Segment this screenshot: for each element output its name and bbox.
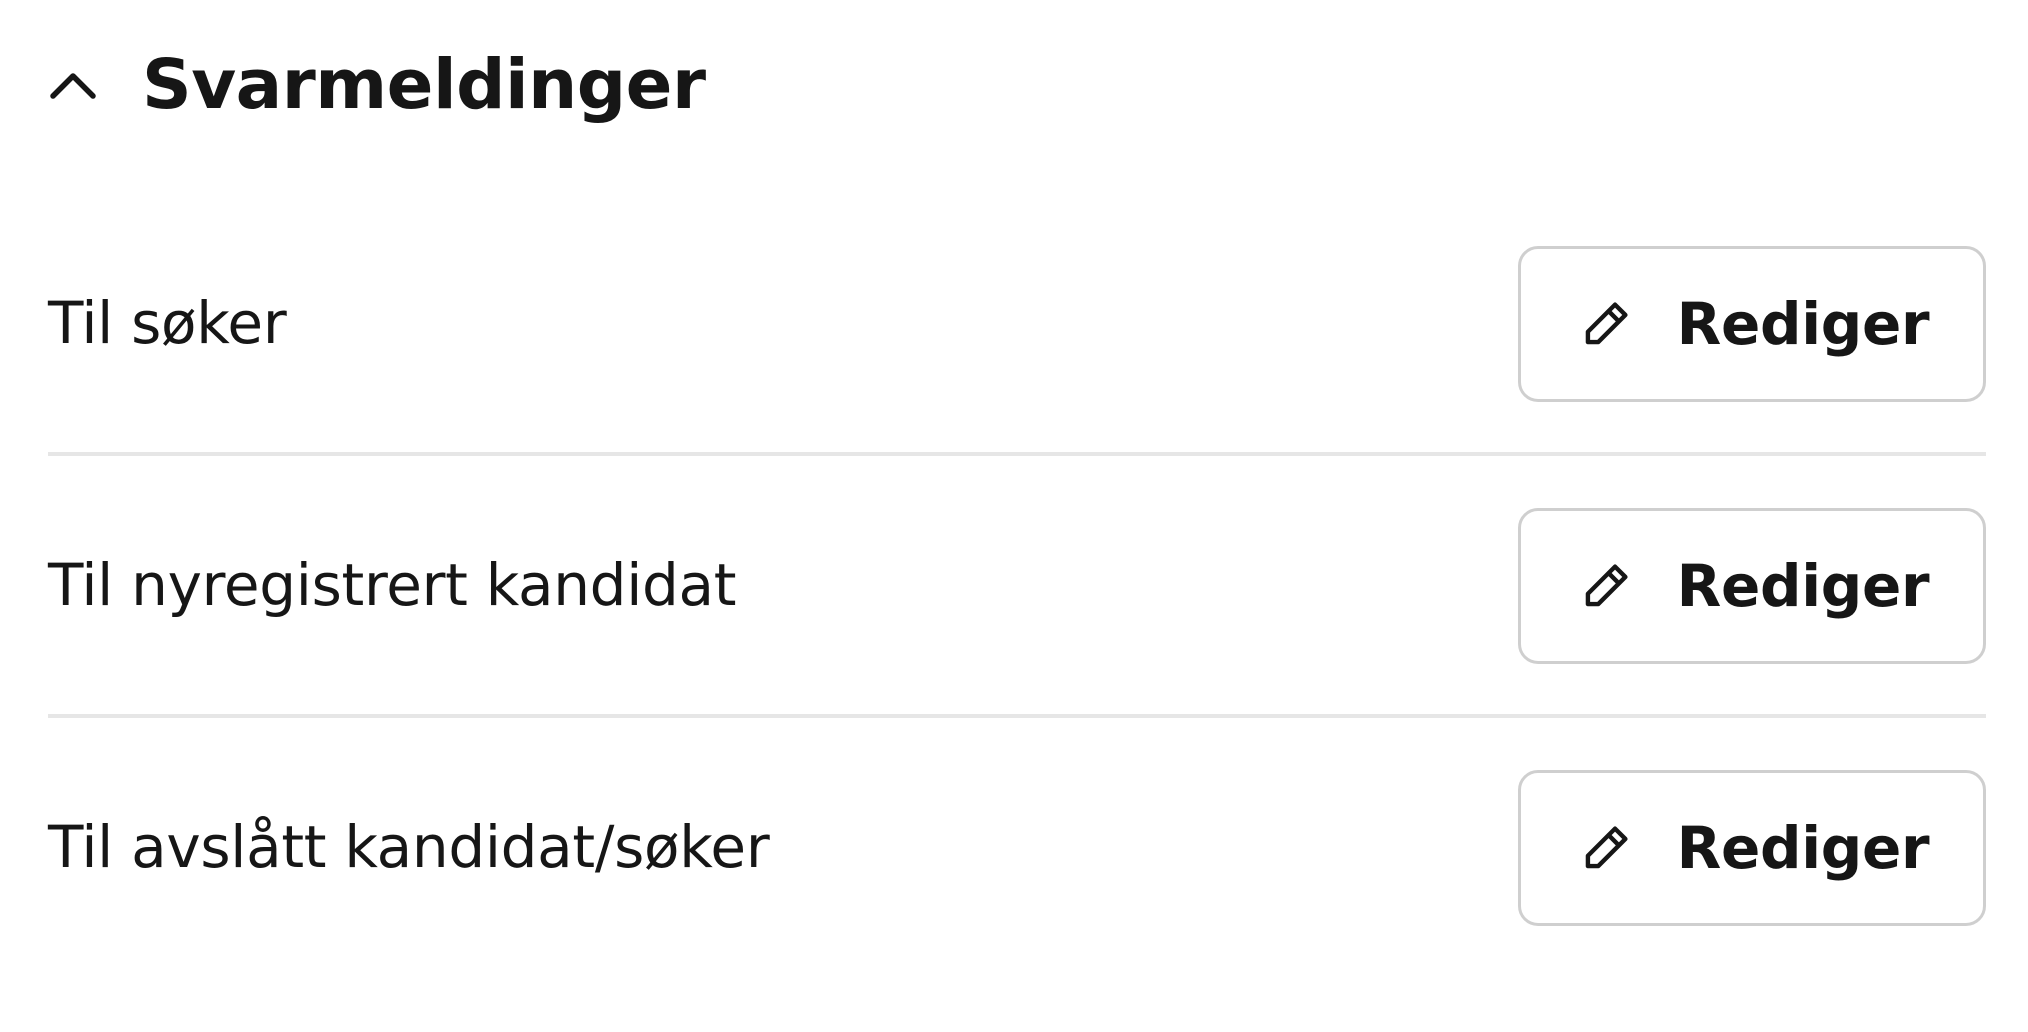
edit-button[interactable]: Rediger xyxy=(1518,770,1986,926)
section-title: Svarmeldinger xyxy=(142,44,706,125)
pencil-icon xyxy=(1575,293,1637,355)
list-item: Til avslått kandidat/søker Rediger xyxy=(48,770,1986,1032)
list-item: Til nyregistrert kandidat Rediger xyxy=(48,508,1986,770)
edit-button-label: Rediger xyxy=(1676,814,1930,882)
row-label: Til søker xyxy=(48,289,287,357)
edit-button[interactable]: Rediger xyxy=(1518,508,1986,664)
edit-button[interactable]: Rediger xyxy=(1518,246,1986,402)
divider xyxy=(48,714,1986,718)
pencil-icon xyxy=(1575,555,1637,617)
list-item: Til søker Rediger xyxy=(48,246,1986,508)
edit-button-label: Rediger xyxy=(1676,290,1930,358)
message-list: Til søker Rediger Til nyregistrert kandi… xyxy=(48,246,1986,1032)
pencil-icon xyxy=(1575,817,1637,879)
section-toggle[interactable]: Svarmeldinger xyxy=(48,40,706,130)
row-label: Til avslått kandidat/søker xyxy=(48,813,770,881)
divider xyxy=(48,452,1986,456)
row-label: Til nyregistrert kandidat xyxy=(48,551,737,619)
chevron-up-icon[interactable] xyxy=(48,60,98,110)
edit-button-label: Rediger xyxy=(1676,552,1930,620)
